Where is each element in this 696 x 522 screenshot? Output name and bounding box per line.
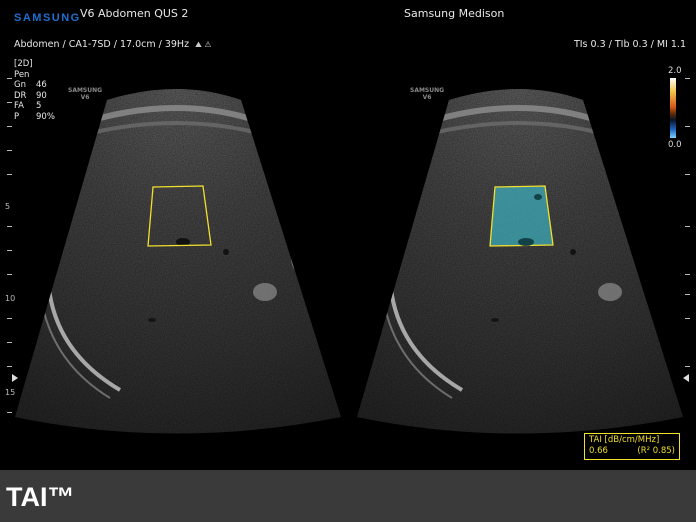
- bmode-image-right: [357, 89, 683, 434]
- depth-label: 15: [5, 388, 16, 397]
- manufacturer-name: Samsung Medison: [404, 7, 505, 20]
- param-row: DR 90: [14, 90, 47, 101]
- tai-value: 0.66: [589, 446, 608, 456]
- brand-logo: SAMSUNG: [14, 12, 81, 24]
- param-row: [2D]: [14, 59, 33, 69]
- colorbar-max: 2.0: [668, 66, 682, 76]
- ultrasound-screen: SAMSUNG V6 Abdomen QUS 2 Samsung Medison…: [0, 0, 696, 470]
- tai-result-box: TAI [dB/cm/MHz] 0.66 (R² 0.85): [584, 433, 680, 460]
- depth-scale-right: [681, 60, 693, 460]
- watermark-right: SAMSUNG V6: [410, 87, 445, 101]
- exam-title: V6 Abdomen QUS 2: [80, 7, 189, 20]
- param-row: Gn 46: [14, 80, 47, 90]
- param-row: FA 5: [14, 101, 42, 111]
- colorbar-min: 0.0: [668, 140, 682, 150]
- param-row: Pen: [14, 69, 30, 80]
- preset-info: Abdomen / CA1-7SD / 17.0cm / 39Hz ⛰ ⚠: [14, 39, 212, 50]
- depth-scale-left: 5 10 15: [4, 60, 18, 460]
- depth-label: 5: [5, 202, 11, 211]
- watermark-left: SAMSUNG V6: [68, 87, 103, 101]
- tai-label: TAI [dB/cm/MHz]: [589, 435, 660, 445]
- bmode-image-left: [15, 89, 341, 434]
- ultrasound-images: [15, 89, 683, 434]
- footer-title: TAI™: [6, 482, 75, 512]
- focus-marker: [12, 374, 18, 382]
- footer-bar: [0, 470, 696, 522]
- imaging-params: [2D] Pen Gn 46 DR 90 FA 5 P 90%: [14, 59, 55, 122]
- focus-marker: [683, 374, 689, 382]
- param-row: P 90%: [14, 111, 55, 122]
- safety-indices: TIs 0.3 / TIb 0.3 / MI 1.1: [573, 39, 686, 50]
- roi-box-right-tai-overlay: [489, 185, 554, 247]
- tai-r2: (R² 0.85): [637, 446, 675, 456]
- depth-label: 10: [5, 294, 16, 303]
- colorbar: [670, 78, 676, 138]
- probe-icons: ⛰ ⚠: [195, 40, 212, 49]
- preset-text: Abdomen / CA1-7SD / 17.0cm / 39Hz: [14, 39, 190, 50]
